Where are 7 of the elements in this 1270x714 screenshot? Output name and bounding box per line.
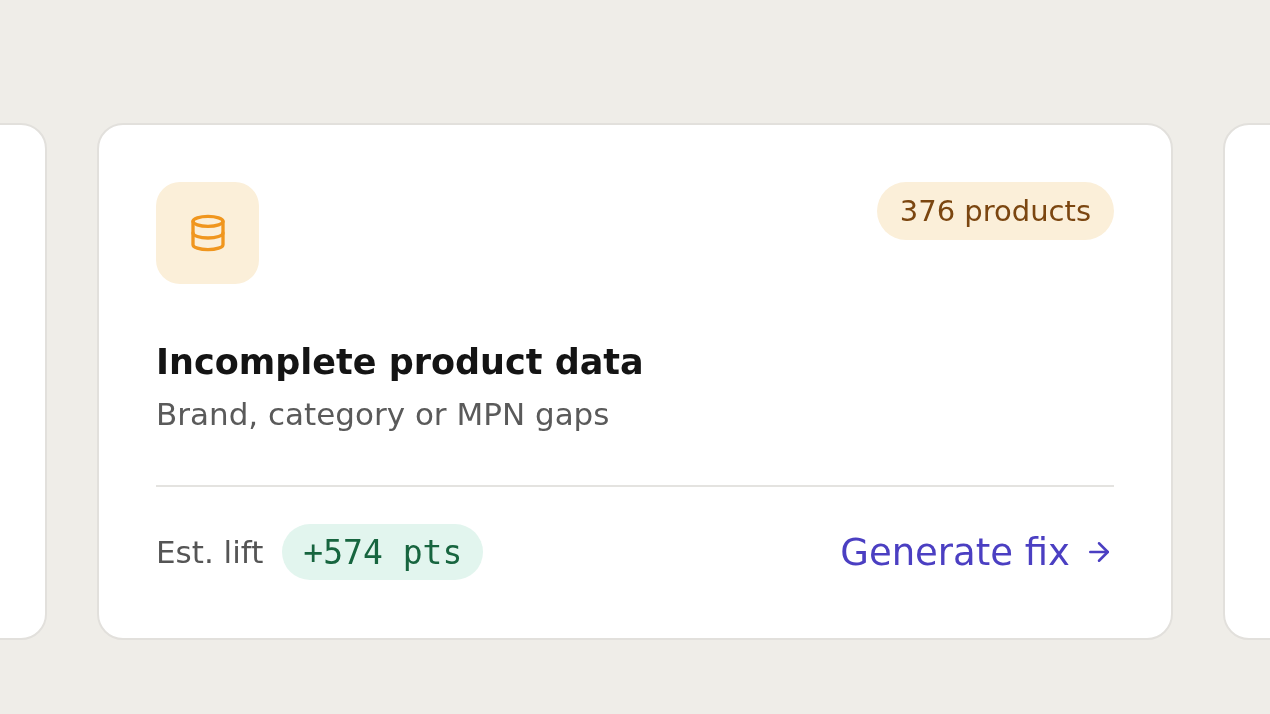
- lift-label: Est. lift: [156, 534, 264, 570]
- database-icon: [156, 182, 259, 284]
- generate-fix-link[interactable]: Generate fix: [840, 530, 1114, 574]
- lift-value-pill: +574 pts: [282, 524, 484, 580]
- card-subtitle: Brand, category or MPN gaps: [156, 395, 611, 434]
- count-badge: 376 products: [876, 182, 1114, 240]
- card-title: Incomplete product data: [156, 341, 645, 384]
